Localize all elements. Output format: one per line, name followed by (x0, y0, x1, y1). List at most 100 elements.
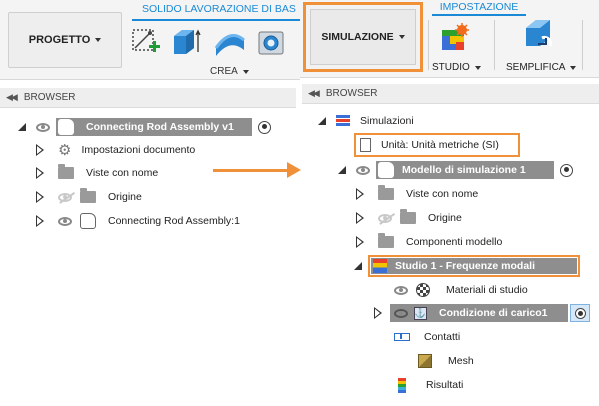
left-browser-header[interactable]: ◀◀ BROWSER (0, 88, 296, 108)
browser-item-component[interactable]: Connecting Rod Assembly:1 (36, 210, 240, 232)
load-case-label: Condizione di carico1 (439, 307, 548, 319)
browser-item-named-views[interactable]: Viste con nome (36, 162, 158, 184)
project-menu-button[interactable]: PROGETTO (8, 12, 122, 68)
folder-icon (58, 164, 74, 179)
browser-item-simulations[interactable]: Simulazioni (318, 110, 414, 132)
revolve-icon[interactable] (212, 26, 245, 58)
visibility-eye-icon[interactable] (58, 216, 72, 226)
study-icon (373, 259, 387, 273)
model-icon (378, 162, 394, 178)
expand-toggle-icon[interactable] (318, 117, 326, 125)
folder-icon (80, 188, 96, 203)
simulation-button-label: SIMULAZIONE (321, 31, 394, 43)
browser-root-row[interactable]: Connecting Rod Assembly v1 (18, 116, 292, 138)
browser-item-simulation-model[interactable]: Modello di simulazione 1 (338, 159, 596, 181)
tree-item-label: Viste con nome (406, 188, 479, 200)
simulation-button-inner: SIMULAZIONE (310, 9, 416, 65)
expand-toggle-icon[interactable] (18, 123, 26, 131)
toolbar-separator (582, 20, 583, 70)
tree-item-label: Risultati (426, 379, 464, 391)
results-icon (398, 377, 406, 393)
study-label: Studio 1 - Frequenze modali (395, 260, 536, 272)
visibility-eye-icon[interactable] (394, 285, 408, 295)
expand-toggle-icon[interactable] (356, 236, 364, 248)
gear-icon: ⚙ (58, 141, 72, 159)
visibility-eye-icon[interactable] (356, 165, 370, 175)
active-radio-icon[interactable] (570, 304, 590, 322)
expand-toggle-icon[interactable] (374, 307, 382, 319)
collapse-panel-icon[interactable]: ◀◀ (6, 92, 18, 103)
simplify-menu[interactable]: SEMPLIFICA (506, 62, 577, 73)
tab-solid-machining[interactable]: SOLIDO LAVORAZIONE DI BAS (132, 3, 302, 19)
tree-item-label: Origine (428, 212, 462, 224)
contacts-icon (394, 333, 410, 341)
hidden-eye-icon[interactable] (378, 213, 392, 223)
browser-item-contacts[interactable]: Contatti (394, 326, 460, 348)
activate-radio-icon (574, 307, 586, 319)
assembly-icon (58, 119, 74, 135)
activate-radio-icon[interactable] (258, 120, 271, 134)
chevron-down-icon (95, 38, 102, 42)
browser-item-mesh[interactable]: Mesh (418, 350, 474, 372)
browser-item-origin[interactable]: Origine (36, 186, 142, 208)
visibility-eye-icon[interactable] (394, 308, 408, 318)
tree-item-label: Viste con nome (86, 167, 159, 179)
expand-toggle-icon[interactable] (354, 262, 362, 270)
units-setting-row[interactable]: Unità: Unità metriche (SI) (354, 133, 520, 157)
tree-item-label: Mesh (448, 355, 474, 367)
create-sketch-icon[interactable] (130, 26, 162, 58)
right-browser-header[interactable]: ◀◀ BROWSER (302, 84, 599, 104)
chevron-down-icon (474, 65, 481, 70)
expand-toggle-icon[interactable] (356, 212, 364, 224)
tree-item-label: Materiali di studio (446, 284, 528, 296)
browser-item-origin[interactable]: Origine (356, 207, 462, 229)
toolbar-separator (494, 20, 495, 70)
browser-item-model-components[interactable]: Componenti modello (356, 231, 502, 253)
study-highlight: Studio 1 - Frequenze modali (371, 258, 577, 274)
units-label: Unità: Unità metriche (SI) (381, 139, 499, 151)
hidden-eye-icon[interactable] (58, 192, 72, 202)
expand-toggle-icon[interactable] (338, 166, 346, 174)
left-browser-title: BROWSER (23, 92, 76, 103)
expand-toggle-icon[interactable] (36, 167, 44, 179)
expand-toggle-icon[interactable] (356, 188, 364, 200)
study-highlight-box: Studio 1 - Frequenze modali (368, 255, 580, 277)
activate-radio-icon[interactable] (560, 163, 573, 177)
browser-item-study[interactable]: Studio 1 - Frequenze modali (354, 255, 580, 277)
browser-item-load-case[interactable]: ⚓ Condizione di carico1 (374, 302, 596, 324)
simulations-icon (336, 115, 350, 127)
browser-item-study-materials[interactable]: Materiali di studio (394, 279, 528, 301)
load-case-icon: ⚓ (414, 306, 427, 320)
create-menu-label: CREA (210, 66, 238, 77)
study-icon[interactable] (440, 22, 470, 52)
study-menu[interactable]: STUDIO (432, 62, 481, 73)
chevron-down-icon (242, 69, 249, 74)
browser-item-document-settings[interactable]: ⚙ Impostazioni documento (36, 139, 195, 161)
hole-icon[interactable] (256, 26, 288, 58)
folder-icon (400, 209, 416, 224)
extrude-icon[interactable] (170, 26, 202, 58)
study-menu-label: STUDIO (432, 62, 470, 73)
visibility-eye-icon[interactable] (36, 122, 50, 132)
expand-toggle-icon[interactable] (36, 191, 44, 203)
tree-item-label: Componenti modello (406, 236, 503, 248)
expand-toggle-icon[interactable] (36, 144, 44, 156)
browser-item-named-views[interactable]: Viste con nome (356, 183, 478, 205)
simulation-menu-button[interactable]: SIMULAZIONE (303, 2, 423, 72)
simplify-menu-label: SEMPLIFICA (506, 62, 566, 73)
folder-icon (378, 233, 394, 248)
mesh-icon (418, 354, 432, 368)
create-menu[interactable]: CREA (210, 66, 249, 77)
tree-item-label: Origine (108, 191, 142, 203)
collapse-panel-icon[interactable]: ◀◀ (308, 88, 320, 99)
tab-setup[interactable]: IMPOSTAZIONE (432, 1, 526, 15)
expand-toggle-icon[interactable] (36, 215, 44, 227)
tree-item-label: Contatti (424, 331, 461, 343)
toolbar-separator (428, 20, 429, 70)
tree-item-label: Simulazioni (360, 115, 414, 127)
simplify-icon[interactable] (522, 18, 554, 52)
browser-item-results[interactable]: Risultati (398, 374, 463, 396)
root-highlight: Connecting Rod Assembly v1 (56, 118, 252, 136)
arrow-head-icon (287, 162, 301, 178)
project-button-label: PROGETTO (28, 34, 91, 46)
